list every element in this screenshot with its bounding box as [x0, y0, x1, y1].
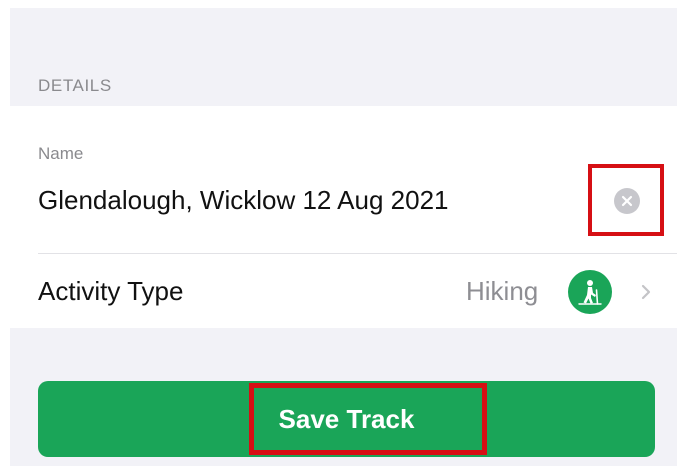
- section-header-details: DETAILS: [38, 76, 112, 95]
- screen: DETAILS Name Activity Type Hiking: [0, 0, 682, 466]
- activity-type-label: Activity Type: [38, 276, 184, 306]
- name-field-label: Name: [38, 144, 84, 163]
- chevron-right-icon: [641, 284, 651, 300]
- clear-icon[interactable]: [614, 188, 640, 214]
- save-track-button[interactable]: Save Track: [38, 381, 655, 457]
- hiking-icon: [568, 270, 612, 314]
- details-card: Name Activity Type Hiking: [10, 106, 677, 328]
- name-input[interactable]: [38, 180, 558, 220]
- activity-type-value: Hiking: [466, 276, 539, 306]
- activity-type-row[interactable]: Activity Type Hiking: [10, 254, 677, 328]
- details-panel: DETAILS Name Activity Type Hiking: [10, 8, 677, 466]
- save-button-highlight: [249, 383, 487, 455]
- x-mark-icon: [621, 195, 633, 207]
